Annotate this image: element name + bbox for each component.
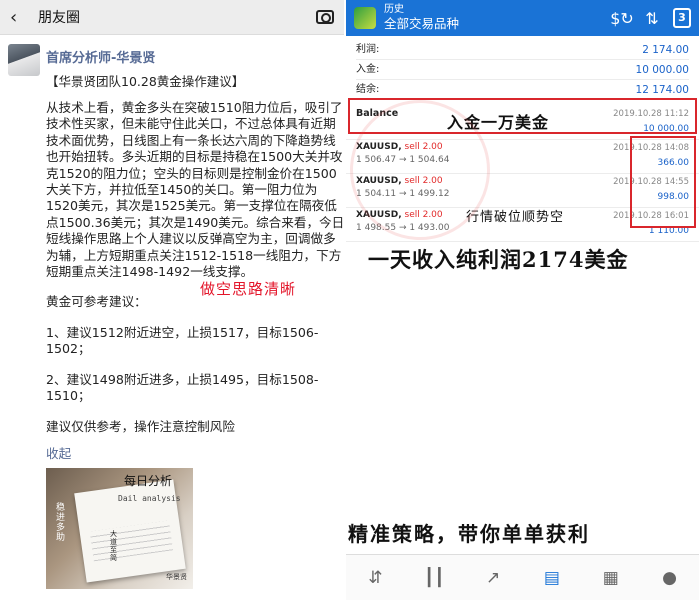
mt4-history-panel: 历史 全部交易品种 $↻ ⇅ 3 利润: 2 174.00 入金: 10 000… xyxy=(346,0,699,600)
account-summary: 利润: 2 174.00 入金: 10 000.00 结余: 12 174.00 xyxy=(346,36,699,100)
annotation-breakout: 行情破位顺势空 xyxy=(466,210,565,225)
summary-value: 12 174.00 xyxy=(635,84,689,96)
analysis-text: 从技术上看，黄金多头在突破1510阻力位后，吸引了技术性买家，但未能守住此关口，… xyxy=(46,100,344,280)
author-name[interactable]: 首席分析师-华景贤 xyxy=(46,47,336,66)
currency-filter-icon[interactable]: $↻ xyxy=(607,9,637,28)
annotation-slogan: 精准策略，带你单单获利 xyxy=(348,522,590,546)
mt4-logo-icon[interactable] xyxy=(354,7,376,29)
summary-label: 利润: xyxy=(356,44,380,55)
summary-label: 入金: xyxy=(356,64,380,75)
quotes-icon[interactable]: ⇵ xyxy=(346,555,405,600)
header-titles: 历史 全部交易品种 xyxy=(384,4,607,32)
chart-icon[interactable]: ┃┃ xyxy=(405,555,464,600)
thumbnail-subtitle: Dail analysis xyxy=(118,494,181,503)
disclaimer: 建议仅供参考，操作注意控制风险 xyxy=(46,418,235,434)
calendar-icon[interactable]: 3 xyxy=(673,8,691,28)
sort-icon[interactable]: ⇅ xyxy=(637,9,667,28)
summary-row-profit: 利润: 2 174.00 xyxy=(356,40,689,60)
summary-value: 10 000.00 xyxy=(635,64,689,76)
tips-block: 黄金可参考建议： 1、建议1512附近进空，止损1517，目标1506-1502… xyxy=(46,294,336,435)
annotation-short-idea: 做空思路清晰 xyxy=(200,280,297,298)
thumbnail-title: 每日分析 xyxy=(124,474,173,488)
avatar[interactable] xyxy=(8,44,40,76)
header-title: 朋友圈 xyxy=(38,10,80,26)
tip-short: 1、建议1512附近进空，止损1517，目标1506-1502； xyxy=(46,324,319,357)
back-arrow-icon[interactable]: ‹ xyxy=(10,7,30,28)
summary-row-deposit: 入金: 10 000.00 xyxy=(356,60,689,80)
wechat-header: ‹ 朋友圈 xyxy=(0,0,344,35)
post-image-thumbnail[interactable]: 每日分析 Dail analysis 稳进多助 大道至简 华景贤 xyxy=(46,468,193,589)
profit-highlight-box xyxy=(630,136,696,228)
trade-icon[interactable]: ↗ xyxy=(464,555,523,600)
header-small-title: 历史 xyxy=(384,4,404,15)
camera-icon[interactable] xyxy=(316,10,334,24)
collapse-link[interactable]: 收起 xyxy=(46,443,336,462)
moment-post: 首席分析师-华景贤 【华景贤团队10.28黄金操作建议】 从技术上看，黄金多头在… xyxy=(0,35,344,462)
thumbnail-vertical-text-2: 大道至简 xyxy=(110,530,117,562)
bottom-nav: ⇵ ┃┃ ↗ ▤ ▦ ● xyxy=(346,554,699,600)
wechat-moments-panel: ‹ 朋友圈 首席分析师-华景贤 【华景贤团队10.28黄金操作建议】 从技术上看… xyxy=(0,0,344,600)
summary-label: 结余: xyxy=(356,84,380,95)
summary-value: 2 174.00 xyxy=(642,44,689,56)
annotation-daily-profit: 一天收入纯利润2174美金 xyxy=(368,247,629,272)
post-title: 【华景贤团队10.28黄金操作建议】 xyxy=(46,74,245,89)
history-icon[interactable]: ▤ xyxy=(522,555,581,600)
summary-row-balance: 结余: 12 174.00 xyxy=(356,80,689,100)
mt4-header: 历史 全部交易品种 $↻ ⇅ 3 xyxy=(346,0,699,36)
symbol-filter[interactable]: 全部交易品种 xyxy=(384,16,607,32)
thumbnail-signature: 华景贤 xyxy=(166,573,187,581)
tip-long: 2、建议1498附近进多，止损1495，目标1508-1510； xyxy=(46,371,319,404)
news-icon[interactable]: ▦ xyxy=(581,555,640,600)
thumbnail-vertical-text: 稳进多助 xyxy=(56,503,66,543)
chat-icon[interactable]: ● xyxy=(640,555,699,600)
